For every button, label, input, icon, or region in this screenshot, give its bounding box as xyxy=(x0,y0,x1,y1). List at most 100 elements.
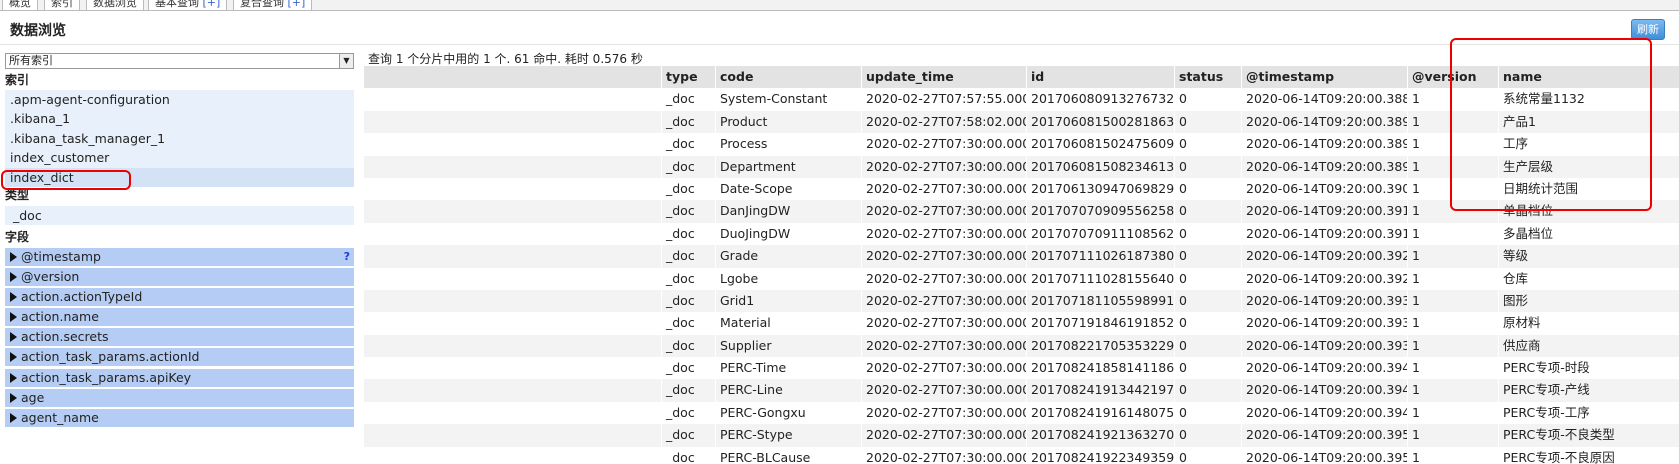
table-cell: 20170707090955625873 xyxy=(1026,200,1174,223)
index-item[interactable]: .kibana_task_manager_1 xyxy=(5,129,354,148)
table-cell: 20170608150823461382 xyxy=(1026,155,1174,178)
table-cell: 2020-02-27T07:30:00.000Z xyxy=(861,357,1026,380)
table-cell: 1 xyxy=(1407,334,1498,358)
table-cell: 2020-02-27T07:57:55.000Z xyxy=(861,88,1026,111)
field-item[interactable]: age xyxy=(5,388,354,407)
table-cell: 2020-06-14T09:20:00.389Z xyxy=(1241,155,1407,178)
table-cell: 0 xyxy=(1174,267,1241,290)
table-row[interactable]: _doc PERC-Line 2020-02-27T07:30:00.000Z 201… xyxy=(364,379,1679,402)
index-item[interactable]: .kibana_1 xyxy=(5,109,354,128)
field-item[interactable]: @version xyxy=(5,268,354,287)
table-cell: Product xyxy=(715,110,861,134)
table-cell: 2020-02-27T07:30:00.000Z xyxy=(861,245,1026,268)
table-cell: PERC专项-时段 xyxy=(1498,357,1679,380)
table-row[interactable]: _doc PERC-BLCause 2020-02-27T07:30:00.000Z… xyxy=(364,446,1679,464)
caret-right-icon xyxy=(10,312,17,323)
table-cell: 0 xyxy=(1174,155,1241,178)
table-cell: _doc xyxy=(661,200,715,223)
table-cell: Grid1 xyxy=(715,289,861,313)
table-row[interactable]: _doc DuoJingDW 2020-02-27T07:30:00.000Z 201… xyxy=(364,222,1679,246)
table-row[interactable]: _doc Grade 2020-02-27T07:30:00.000Z 2017071… xyxy=(364,245,1679,268)
column-header[interactable]: update_time xyxy=(861,66,1026,89)
table-cell: 20170613094706982972 xyxy=(1026,177,1174,201)
table-cell: 2020-06-14T09:20:00.395Z xyxy=(1241,446,1407,464)
field-item[interactable]: action.actionTypeId xyxy=(5,288,354,307)
field-item[interactable]: action.name xyxy=(5,308,354,327)
table-cell: 2020-06-14T09:20:00.388Z xyxy=(1241,88,1407,111)
type-item[interactable]: _doc xyxy=(5,206,354,225)
table-cell: 多晶档位 xyxy=(1498,222,1679,246)
table-cell: 20170824191614807563 xyxy=(1026,401,1174,425)
column-header[interactable]: @timestamp xyxy=(1241,66,1407,89)
table-cell: 0 xyxy=(1174,334,1241,358)
field-list: @timestamp? @version action.actionTypeId… xyxy=(5,248,354,429)
table-cell: 0 xyxy=(1174,177,1241,201)
field-label: @version xyxy=(21,269,80,285)
table-cell: 2020-02-27T07:30:00.000Z xyxy=(861,133,1026,156)
table-cell: 2020-02-27T07:30:00.000Z xyxy=(861,334,1026,358)
table-row[interactable]: _doc Grid1 2020-02-27T07:30:00.000Z 2017071… xyxy=(364,289,1679,313)
tab-overview[interactable]: 概览 xyxy=(2,0,38,11)
table-cell: 0 xyxy=(1174,200,1241,223)
table-cell: 2020-06-14T09:20:00.393Z xyxy=(1241,312,1407,335)
field-label: action.actionTypeId xyxy=(21,289,143,305)
nav-tabs: 概览 索引 数据浏览 基本查询 [+] 复合查询 [+] xyxy=(0,0,1679,11)
divider xyxy=(0,44,1679,45)
table-cell: 1 xyxy=(1407,357,1498,380)
tab-label: 基本查询 xyxy=(155,0,199,9)
table-cell: 0 xyxy=(1174,312,1241,335)
tab-label: 索引 xyxy=(51,0,73,9)
column-header[interactable]: status xyxy=(1174,66,1241,89)
tab-basic-query[interactable]: 基本查询 [+] xyxy=(148,0,228,11)
table-cell: 2020-02-27T07:30:00.000Z xyxy=(861,379,1026,402)
field-item[interactable]: @timestamp? xyxy=(5,248,354,266)
table-cell: 2020-06-14T09:20:00.394Z xyxy=(1241,401,1407,425)
table-cell: 2020-02-27T07:30:00.000Z xyxy=(861,222,1026,246)
table-cell: _doc xyxy=(661,401,715,425)
column-header[interactable]: code xyxy=(715,66,861,89)
refresh-button[interactable]: 刷新 xyxy=(1631,19,1665,40)
index-item[interactable]: index_customer xyxy=(5,148,354,167)
field-label: action.name xyxy=(21,309,99,325)
field-item[interactable]: agent_name xyxy=(5,408,354,427)
index-item[interactable]: .apm-agent-configuration xyxy=(5,90,354,109)
table-cell: PERC-Time xyxy=(715,357,861,380)
table-cell: 2020-02-27T07:30:00.000Z xyxy=(861,200,1026,223)
table-row[interactable]: _doc PERC-Gongxu 2020-02-27T07:30:00.000Z 2… xyxy=(364,401,1679,425)
tab-indices[interactable]: 索引 xyxy=(44,0,80,11)
chevron-down-icon[interactable]: ▼ xyxy=(339,54,353,68)
tab-compound-query[interactable]: 复合查询 [+] xyxy=(233,0,313,11)
table-row[interactable]: _doc Material 2020-02-27T07:30:00.000Z 2017… xyxy=(364,312,1679,335)
table-cell: 2020-06-14T09:20:00.391Z xyxy=(1241,200,1407,223)
table-cell: 20170719184619185246 xyxy=(1026,312,1174,335)
add-basic-query-link[interactable]: [+] xyxy=(203,0,221,9)
table-row[interactable]: _doc Supplier 2020-02-27T07:30:00.000Z 2017… xyxy=(364,334,1679,358)
table-row[interactable]: _doc Lgobe 2020-02-27T07:30:00.000Z 2017071… xyxy=(364,267,1679,290)
table-cell: 0 xyxy=(1174,245,1241,268)
field-item[interactable]: action.secrets xyxy=(5,328,354,347)
tab-label: 复合查询 xyxy=(240,0,284,9)
caret-right-icon xyxy=(10,292,17,303)
column-header[interactable]: id xyxy=(1026,66,1174,89)
table-row[interactable]: _doc PERC-Stype 2020-02-27T07:30:00.000Z 20… xyxy=(364,424,1679,447)
help-icon[interactable]: ? xyxy=(344,248,350,266)
table-cell: _doc xyxy=(661,110,715,134)
field-item[interactable]: action_task_params.apiKey xyxy=(5,368,354,387)
column-header[interactable]: type xyxy=(661,66,715,89)
table-cell: 0 xyxy=(1174,222,1241,246)
table-cell: 供应商 xyxy=(1498,334,1679,358)
tab-label: 数据浏览 xyxy=(93,0,137,9)
caret-right-icon xyxy=(10,332,17,343)
field-item[interactable]: action_task_params.actionId xyxy=(5,348,354,367)
caret-right-icon xyxy=(10,412,17,423)
table-cell: 20170707091110856231 xyxy=(1026,222,1174,246)
table-cell: 1 xyxy=(1407,446,1498,464)
caret-right-icon xyxy=(10,372,17,383)
add-compound-query-link[interactable]: [+] xyxy=(288,0,306,9)
table-cell: 2020-06-14T09:20:00.393Z xyxy=(1241,334,1407,358)
tab-browser[interactable]: 数据浏览 xyxy=(86,0,144,11)
table-cell: 2020-06-14T09:20:00.394Z xyxy=(1241,357,1407,380)
table-cell: _doc xyxy=(661,133,715,156)
table-row[interactable]: _doc PERC-Time 2020-02-27T07:30:00.000Z 201… xyxy=(364,357,1679,380)
index-select[interactable]: 所有索引 ▼ xyxy=(5,53,354,69)
